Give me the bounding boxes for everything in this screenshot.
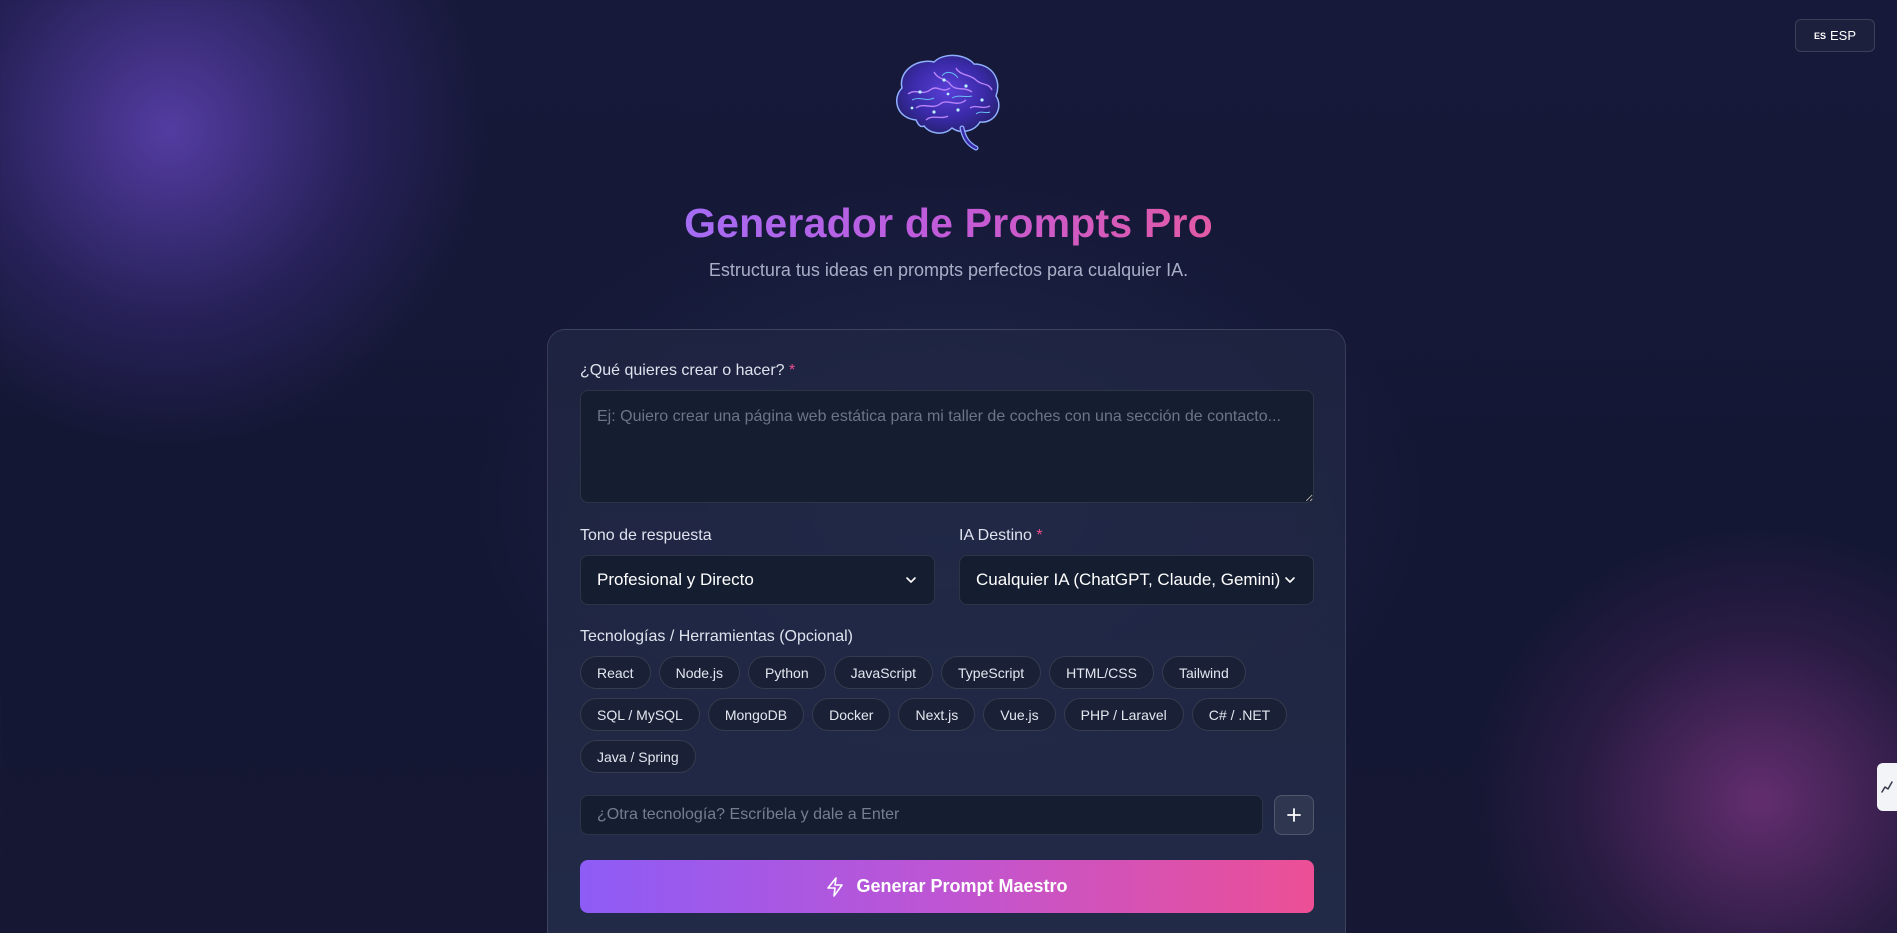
tech-chip-nextjs[interactable]: Next.js <box>898 698 976 731</box>
required-mark: * <box>789 362 796 379</box>
tech-chip-tailwind[interactable]: Tailwind <box>1161 656 1246 689</box>
tone-label: Tono de respuesta <box>580 527 712 544</box>
idea-label: ¿Qué quieres crear o hacer? * <box>580 362 796 379</box>
page-title: Generador de Prompts Pro <box>684 200 1213 246</box>
tech-chip-nodejs[interactable]: Node.js <box>658 656 741 689</box>
tech-chip-react[interactable]: React <box>580 656 651 689</box>
custom-technology-input[interactable] <box>580 795 1263 835</box>
generate-prompt-label: Generar Prompt Maestro <box>856 876 1068 896</box>
technology-chips: React Node.js Python JavaScript TypeScri… <box>580 656 1320 782</box>
prompt-form-card: ¿Qué quieres crear o hacer? * Tono de re… <box>547 329 1346 933</box>
language-button[interactable]: ES ESP <box>1795 19 1875 52</box>
tech-chip-html-css[interactable]: HTML/CSS <box>1049 656 1154 689</box>
chevron-down-icon <box>906 577 916 583</box>
target-ai-selected-value: Cualquier IA (ChatGPT, Claude, Gemini) <box>976 570 1281 589</box>
flag-icon: ES <box>1813 30 1826 41</box>
generate-prompt-button[interactable]: Generar Prompt Maestro <box>580 860 1314 913</box>
tech-chip-php-laravel[interactable]: PHP / Laravel <box>1063 698 1184 731</box>
chip-row: React Node.js Python JavaScript TypeScri… <box>580 656 1320 689</box>
tech-chip-mongodb[interactable]: MongoDB <box>707 698 805 731</box>
side-panel-tab[interactable] <box>1877 763 1897 811</box>
add-technology-button[interactable] <box>1274 795 1314 835</box>
tech-chip-typescript[interactable]: TypeScript <box>941 656 1042 689</box>
tone-select[interactable]: Profesional y Directo <box>580 555 935 605</box>
idea-textarea[interactable] <box>580 390 1314 503</box>
required-mark: * <box>1036 527 1043 544</box>
tech-chip-python[interactable]: Python <box>748 656 826 689</box>
tech-chip-sql-mysql[interactable]: SQL / MySQL <box>580 698 700 731</box>
chip-row: SQL / MySQL MongoDB Docker Next.js Vue.j… <box>580 698 1320 731</box>
chart-line-icon <box>1881 781 1893 793</box>
page-subtitle: Estructura tus ideas en prompts perfecto… <box>708 260 1189 280</box>
tech-chip-csharp-dotnet[interactable]: C# / .NET <box>1191 698 1288 731</box>
plus-icon <box>1287 808 1301 822</box>
target-ai-select[interactable]: Cualquier IA (ChatGPT, Claude, Gemini) <box>959 555 1314 605</box>
tech-chip-java-spring[interactable]: Java / Spring <box>580 740 696 773</box>
brain-logo <box>896 54 1000 151</box>
tech-chip-vuejs[interactable]: Vue.js <box>983 698 1056 731</box>
tone-selected-value: Profesional y Directo <box>597 570 754 589</box>
technologies-label: Tecnologías / Herramientas (Opcional) <box>580 628 854 645</box>
chevron-down-icon <box>1285 577 1295 583</box>
tech-chip-javascript[interactable]: JavaScript <box>833 656 933 689</box>
lightning-icon <box>827 876 844 897</box>
tech-chip-docker[interactable]: Docker <box>812 698 891 731</box>
chip-row: Java / Spring <box>580 740 1320 773</box>
target-ai-label: IA Destino * <box>959 527 1043 544</box>
language-label: ESP <box>1830 28 1857 43</box>
